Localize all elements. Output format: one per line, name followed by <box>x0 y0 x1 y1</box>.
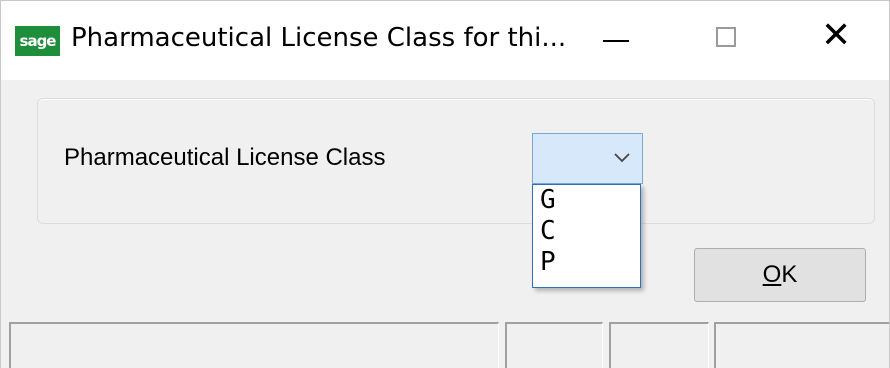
ok-label-rest: K <box>781 261 798 288</box>
status-pane-2 <box>505 322 603 368</box>
sage-app-icon: sage <box>15 26 60 56</box>
window-title: Pharmaceutical License Class for thi... <box>71 23 567 53</box>
ok-mnemonic: O <box>762 261 782 288</box>
maximize-button[interactable] <box>671 1 781 81</box>
title-bar[interactable]: sage Pharmaceutical License Class for th… <box>1 0 889 81</box>
dropdown-option-g[interactable]: G <box>533 185 640 216</box>
minimize-icon <box>603 40 629 42</box>
license-class-combobox[interactable] <box>532 133 643 184</box>
dialog-window: sage Pharmaceutical License Class for th… <box>0 0 890 368</box>
minimize-button[interactable] <box>561 1 671 81</box>
close-button[interactable]: ✕ <box>781 1 889 81</box>
status-pane-3 <box>609 322 709 368</box>
close-icon: ✕ <box>821 15 852 56</box>
dropdown-option-c[interactable]: C <box>533 216 640 247</box>
license-class-label: Pharmaceutical License Class <box>64 144 386 171</box>
chevron-down-icon <box>614 153 630 163</box>
license-class-dropdown-list[interactable]: G C P <box>532 184 641 288</box>
status-bar <box>1 316 889 368</box>
maximize-icon <box>716 27 736 47</box>
status-pane-1 <box>9 322 499 368</box>
ok-button[interactable]: OK <box>694 248 866 302</box>
dropdown-option-p[interactable]: P <box>533 247 640 278</box>
status-pane-4 <box>714 322 889 368</box>
